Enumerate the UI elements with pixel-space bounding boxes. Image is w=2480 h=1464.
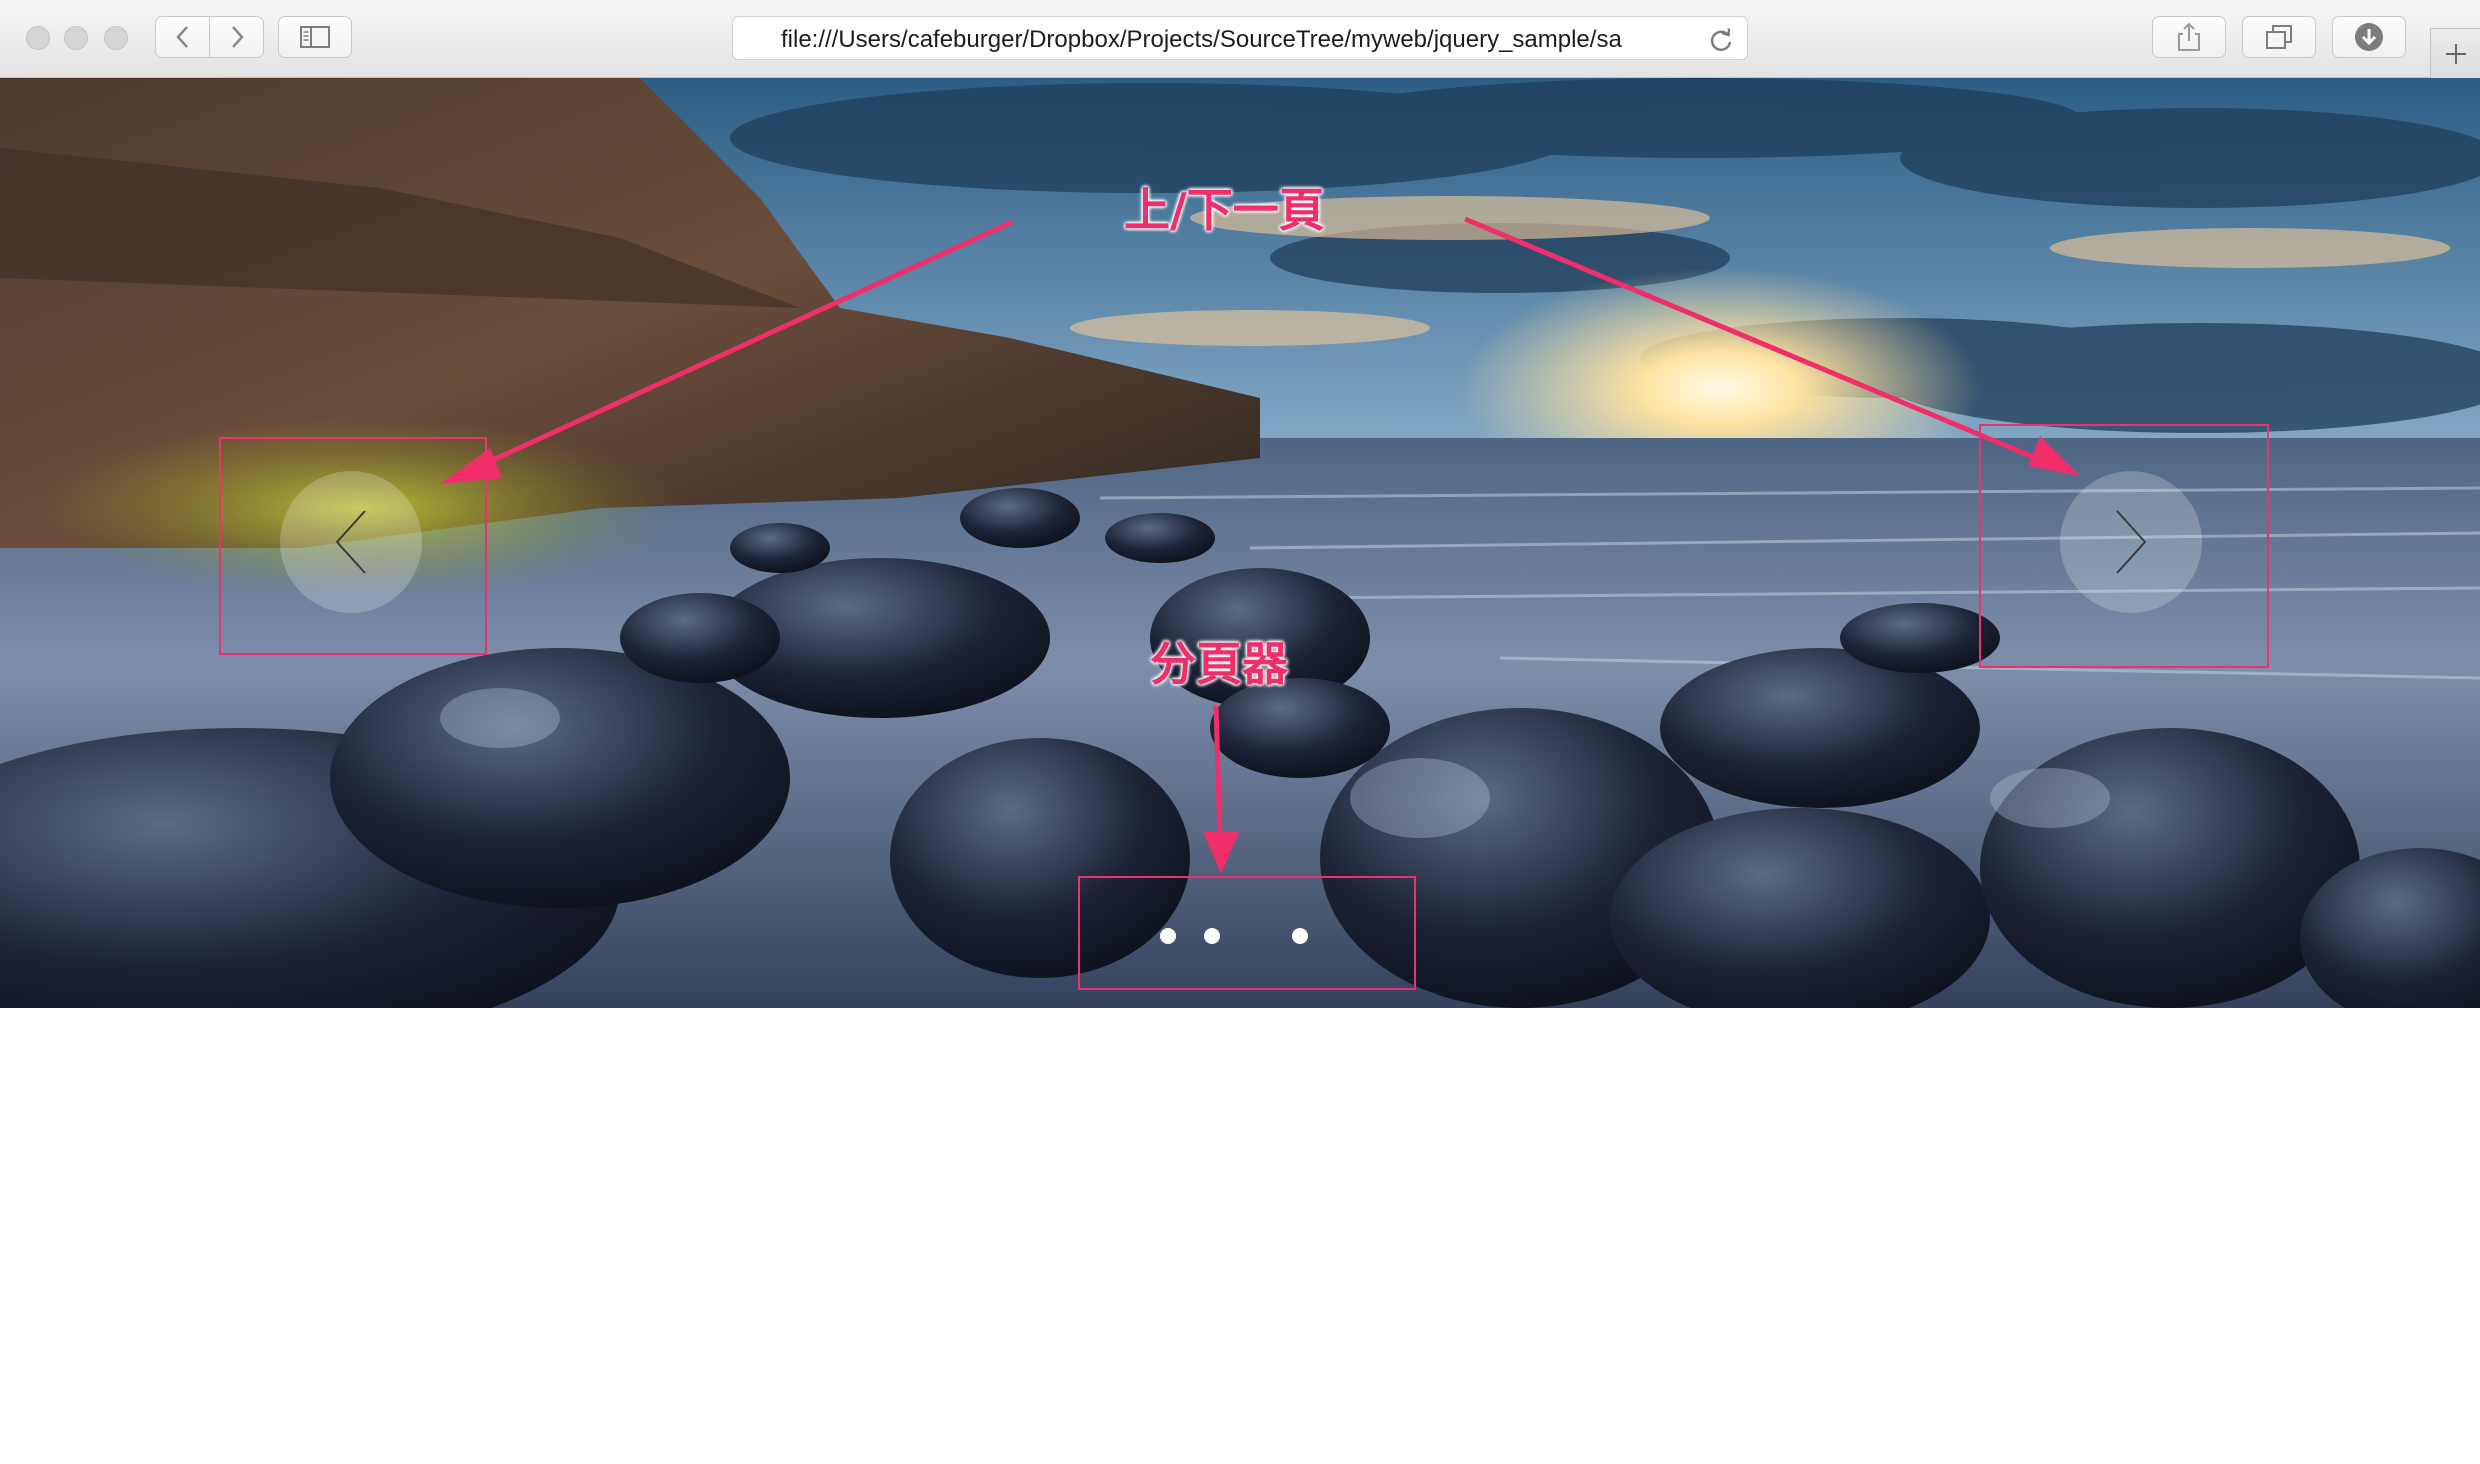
share-button[interactable] <box>2152 16 2226 58</box>
forward-button[interactable] <box>209 16 264 58</box>
chevron-right-icon <box>231 26 244 48</box>
next-annotation-box <box>1979 424 2269 668</box>
pager-annotation-label: 分頁器 <box>1150 637 1288 691</box>
nav-annotation-label: 上/下一頁 <box>1124 183 1325 237</box>
url-text: file:///Users/cafeburger/Dropbox/Project… <box>781 26 1622 53</box>
window-minimize-button[interactable] <box>64 26 88 50</box>
download-icon <box>2355 23 2383 51</box>
sidebar-icon <box>300 26 330 48</box>
history-nav <box>155 16 265 58</box>
share-icon <box>2178 22 2200 51</box>
browser-toolbar: file:///Users/cafeburger/Dropbox/Project… <box>0 0 2480 78</box>
sidebar-button[interactable] <box>278 16 352 58</box>
window-zoom-button[interactable] <box>104 26 128 50</box>
pager-annotation-box <box>1078 876 1416 990</box>
new-tab-button[interactable] <box>2430 28 2480 78</box>
tabs-overview-button[interactable] <box>2242 16 2316 58</box>
chevron-left-icon <box>175 26 188 48</box>
back-button[interactable] <box>155 16 210 58</box>
reload-icon[interactable] <box>1707 26 1735 54</box>
address-bar[interactable]: file:///Users/cafeburger/Dropbox/Project… <box>732 16 1748 60</box>
window-close-button[interactable] <box>26 26 50 50</box>
downloads-button[interactable] <box>2332 16 2406 58</box>
tabs-overview-icon <box>2266 25 2292 49</box>
plus-icon <box>2445 43 2466 64</box>
prev-annotation-box <box>219 437 487 655</box>
